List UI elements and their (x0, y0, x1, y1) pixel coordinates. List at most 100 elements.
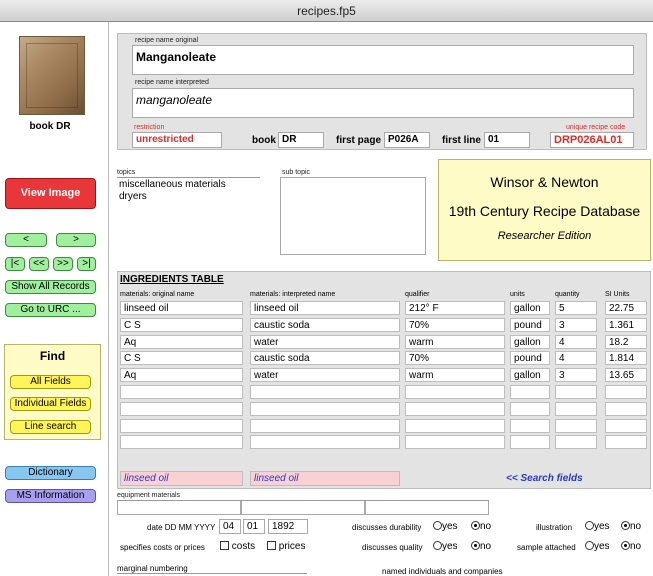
cell-quantity[interactable] (555, 385, 597, 399)
cell-quantity[interactable]: 3 (555, 318, 597, 332)
cell-quantity[interactable]: 3 (555, 368, 597, 382)
next-record-button[interactable]: > (56, 233, 96, 247)
illustration-yes-radio[interactable]: yes (585, 521, 610, 532)
cell-interpreted-name[interactable]: caustic soda (250, 318, 400, 332)
book-thumbnail[interactable] (19, 36, 85, 115)
durability-no-radio[interactable]: no (471, 521, 491, 532)
illustration-no-radio[interactable]: no (621, 521, 641, 532)
cell-quantity[interactable] (555, 435, 597, 449)
cell-quantity[interactable] (555, 419, 597, 433)
cell-interpreted-name[interactable]: water (250, 368, 400, 382)
cell-units[interactable]: gallon (510, 335, 550, 349)
view-image-button[interactable]: View Image (5, 178, 96, 209)
banner-subtitle: 19th Century Recipe Database (448, 203, 641, 219)
cell-units[interactable] (510, 402, 550, 416)
cell-qualifier[interactable]: warm (405, 368, 505, 382)
cell-qualifier[interactable] (405, 402, 505, 416)
cell-interpreted-name[interactable]: water (250, 335, 400, 349)
quality-yes-radio[interactable]: yes (433, 541, 458, 552)
cell-original-name[interactable]: linseed oil (120, 301, 243, 315)
cell-quantity[interactable]: 5 (555, 301, 597, 315)
cell-units[interactable] (510, 385, 550, 399)
cell-si-units[interactable] (605, 435, 647, 449)
durability-yes-radio[interactable]: yes (433, 521, 458, 532)
unique-code-field[interactable]: DRP026AL01 (550, 132, 634, 148)
first-line-field[interactable]: 01 (484, 132, 530, 148)
cell-quantity[interactable] (555, 402, 597, 416)
cell-original-name[interactable]: Aq (120, 368, 243, 382)
topic-item: miscellaneous materials (119, 179, 226, 190)
cell-interpreted-name[interactable] (250, 402, 400, 416)
line-search-button[interactable]: Line search (10, 420, 91, 434)
show-all-records-button[interactable]: Show All Records (5, 280, 96, 294)
cell-original-name[interactable] (120, 435, 243, 449)
cell-qualifier[interactable]: warm (405, 335, 505, 349)
go-to-urc-button[interactable]: Go to URC ... (5, 303, 96, 317)
cell-qualifier[interactable] (405, 385, 505, 399)
cell-si-units[interactable]: 1.361 (605, 318, 647, 332)
cell-qualifier[interactable] (405, 419, 505, 433)
cell-si-units[interactable]: 18.2 (605, 335, 647, 349)
first-page-field[interactable]: P026A (384, 132, 430, 148)
cell-si-units[interactable] (605, 385, 647, 399)
cell-interpreted-name[interactable]: caustic soda (250, 351, 400, 365)
cell-original-name[interactable] (120, 402, 243, 416)
prices-checkbox[interactable]: prices (267, 541, 305, 552)
sample-yes-radio[interactable]: yes (585, 541, 610, 552)
cell-original-name[interactable] (120, 419, 243, 433)
cell-qualifier[interactable] (405, 435, 505, 449)
cell-units[interactable]: gallon (510, 368, 550, 382)
cell-interpreted-name[interactable] (250, 385, 400, 399)
find-all-fields-button[interactable]: All Fields (10, 375, 91, 389)
cell-original-name[interactable]: C S (120, 318, 243, 332)
dictionary-button[interactable]: Dictionary (5, 466, 96, 480)
restriction-field[interactable]: unrestricted (132, 132, 222, 148)
cell-units[interactable]: pound (510, 318, 550, 332)
costs-checkbox[interactable]: costs (220, 541, 255, 552)
cell-si-units[interactable] (605, 419, 647, 433)
ingredients-title: INGREDIENTS TABLE (120, 274, 224, 285)
equipment-field-2[interactable] (241, 501, 365, 515)
cell-quantity[interactable]: 4 (555, 351, 597, 365)
topics-list[interactable]: miscellaneous materials dryers (117, 179, 277, 203)
date-day-field[interactable]: 04 (219, 519, 241, 534)
cell-original-name[interactable]: C S (120, 351, 243, 365)
cell-interpreted-name[interactable] (250, 419, 400, 433)
last-record-button[interactable]: >| (77, 257, 96, 271)
first-record-button[interactable]: |< (5, 257, 25, 271)
cell-qualifier[interactable]: 70% (405, 351, 505, 365)
search-original-name-field[interactable]: linseed oil (120, 471, 243, 486)
equipment-field-3[interactable] (365, 501, 489, 515)
sample-no-radio[interactable]: no (621, 541, 641, 552)
cell-units[interactable] (510, 419, 550, 433)
search-interpreted-name-field[interactable]: linseed oil (250, 471, 400, 486)
recipe-name-interpreted-field[interactable]: manganoleate (132, 88, 634, 118)
cell-si-units[interactable]: 22.75 (605, 301, 647, 315)
cell-units[interactable]: pound (510, 351, 550, 365)
previous-record-button[interactable]: < (5, 233, 47, 247)
date-year-field[interactable]: 1892 (268, 519, 308, 534)
page-back-button[interactable]: << (29, 257, 49, 271)
book-caption: book DR (29, 121, 71, 132)
sub-topic-field[interactable] (280, 177, 426, 255)
date-month-field[interactable]: 01 (243, 519, 265, 534)
cell-qualifier[interactable]: 212° F (405, 301, 505, 315)
quality-no-radio[interactable]: no (471, 541, 491, 552)
cell-original-name[interactable]: Aq (120, 335, 243, 349)
cell-qualifier[interactable]: 70% (405, 318, 505, 332)
cell-interpreted-name[interactable] (250, 435, 400, 449)
cell-si-units[interactable]: 13.65 (605, 368, 647, 382)
page-forward-button[interactable]: >> (53, 257, 73, 271)
cell-quantity[interactable]: 4 (555, 335, 597, 349)
cell-original-name[interactable] (120, 385, 243, 399)
cell-si-units[interactable]: 1.814 (605, 351, 647, 365)
cell-si-units[interactable] (605, 402, 647, 416)
book-field[interactable]: DR (278, 132, 324, 148)
recipe-name-original-field[interactable]: Manganoleate (132, 45, 634, 75)
equipment-field-1[interactable] (117, 501, 241, 515)
ms-information-button[interactable]: MS Information (5, 489, 96, 503)
cell-units[interactable] (510, 435, 550, 449)
cell-interpreted-name[interactable]: linseed oil (250, 301, 400, 315)
cell-units[interactable]: gallon (510, 301, 550, 315)
find-individual-fields-button[interactable]: Individual Fields (10, 397, 91, 411)
